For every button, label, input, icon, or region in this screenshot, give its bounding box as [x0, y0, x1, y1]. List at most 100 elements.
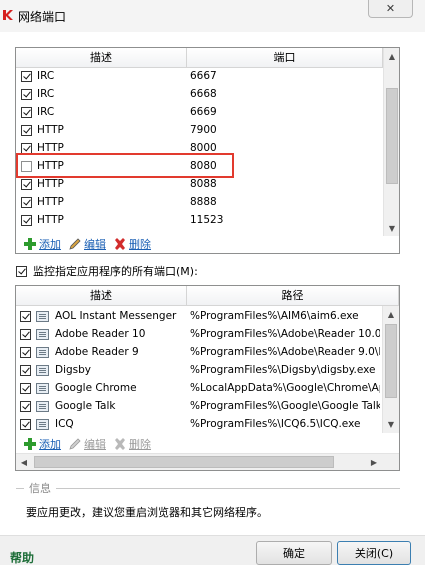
- table-row[interactable]: HTTP 7900: [16, 121, 383, 139]
- port-number: 8888: [190, 196, 217, 208]
- application-path: %LocalAppData%\Google\Chrome\Ap: [190, 382, 380, 394]
- window-close-button[interactable]: ✕: [368, 0, 413, 18]
- scroll-down-icon[interactable]: ▼: [383, 416, 399, 432]
- edit-label: 编辑: [84, 438, 106, 451]
- table-row[interactable]: HTTP 8888: [16, 193, 383, 211]
- green-plus-icon: [24, 438, 36, 450]
- table-row[interactable]: Google Chrome %LocalAppData%\Google\Chrom…: [16, 379, 382, 397]
- row-checkbox[interactable]: [21, 88, 32, 100]
- applications-list-header: 描述 路径: [16, 286, 399, 306]
- table-row[interactable]: HTTP 8000: [16, 139, 383, 157]
- row-checkbox[interactable]: [21, 124, 32, 136]
- row-checkbox[interactable]: [21, 196, 32, 208]
- table-row[interactable]: HTTP 8088: [16, 175, 383, 193]
- close-icon: ✕: [385, 2, 396, 15]
- port-number: 7900: [190, 124, 217, 136]
- add-application-button[interactable]: 添加: [23, 436, 61, 452]
- column-header-description[interactable]: 描述: [16, 48, 187, 67]
- delete-port-button[interactable]: 删除: [113, 236, 151, 252]
- application-path: %ProgramFiles%\Google\Google Talk: [190, 400, 380, 412]
- help-link[interactable]: 帮助: [10, 549, 34, 566]
- row-checkbox[interactable]: [20, 346, 31, 358]
- delete-label: 删除: [129, 238, 151, 251]
- port-number: 8000: [190, 142, 217, 154]
- row-checkbox[interactable]: [20, 310, 31, 322]
- program-window-icon: [36, 400, 49, 412]
- applications-vertical-scrollbar[interactable]: ▲ ▼: [382, 306, 399, 433]
- close-dialog-button[interactable]: 关闭(C): [337, 541, 411, 565]
- delete-application-button[interactable]: 删除: [113, 436, 151, 452]
- application-path: %ProgramFiles%\ICQ6.5\ICQ.exe: [190, 418, 361, 430]
- edit-application-button[interactable]: 编辑: [68, 436, 106, 452]
- port-description: HTTP: [37, 214, 64, 226]
- scroll-left-icon[interactable]: ◀: [16, 454, 32, 470]
- table-row[interactable]: HTTP 11523: [16, 211, 383, 229]
- pencil-icon: [69, 438, 81, 450]
- add-port-button[interactable]: 添加: [23, 236, 61, 252]
- table-row[interactable]: ICQ %ProgramFiles%\ICQ6.5\ICQ.exe: [16, 415, 382, 433]
- port-number: 11523: [190, 214, 224, 226]
- column-header-path[interactable]: 路径: [187, 286, 399, 305]
- column-header-description[interactable]: 描述: [16, 286, 187, 305]
- row-checkbox[interactable]: [20, 400, 31, 412]
- ports-vertical-scrollbar[interactable]: ▲ ▼: [383, 48, 399, 236]
- table-row[interactable]: IRC 6667: [16, 67, 383, 85]
- row-checkbox[interactable]: [21, 106, 32, 118]
- applications-list[interactable]: 描述 路径 AOL Instant Messenger %ProgramFiles…: [15, 285, 400, 471]
- edit-port-button[interactable]: 编辑: [68, 236, 106, 252]
- ports-list[interactable]: 描述 端口 IRC 6667 IRC 6668 IRC 6669 HTTP 7900 HTTP 8…: [15, 47, 400, 254]
- table-row[interactable]: Digsby %ProgramFiles%\Digsby\digsby.exe: [16, 361, 382, 379]
- monitor-all-ports-checkbox[interactable]: [16, 265, 27, 277]
- row-checkbox[interactable]: [21, 160, 32, 172]
- pencil-icon: [69, 238, 81, 250]
- add-label: 添加: [39, 238, 61, 251]
- program-window-icon: [36, 328, 49, 340]
- scroll-right-icon[interactable]: ▶: [366, 454, 382, 470]
- scrollbar-thumb[interactable]: [34, 456, 334, 468]
- program-window-icon: [36, 418, 49, 430]
- table-row[interactable]: Adobe Reader 10 %ProgramFiles%\Adobe\Read…: [16, 325, 382, 343]
- scroll-up-icon[interactable]: ▲: [384, 48, 399, 64]
- green-plus-icon: [24, 238, 36, 250]
- row-checkbox[interactable]: [21, 70, 32, 82]
- port-number: 6668: [190, 88, 217, 100]
- table-row[interactable]: IRC 6668: [16, 85, 383, 103]
- info-message: 要应用更改，建议您重启浏览器和其它网络程序。: [26, 506, 268, 519]
- row-checkbox[interactable]: [21, 142, 32, 154]
- table-row[interactable]: IRC 6669: [16, 103, 383, 121]
- application-description: AOL Instant Messenger: [55, 310, 177, 322]
- delete-label: 删除: [129, 438, 151, 451]
- scroll-up-icon[interactable]: ▲: [383, 306, 399, 322]
- monitor-all-ports-option[interactable]: 监控指定应用程序的所有端口(M):: [16, 263, 198, 279]
- scrollbar-thumb[interactable]: [385, 324, 397, 398]
- ports-toolbar: 添加 编辑 删除: [16, 234, 151, 253]
- program-window-icon: [36, 310, 49, 322]
- application-description: ICQ: [55, 418, 74, 430]
- table-row[interactable]: Adobe Reader 9 %ProgramFiles%\Adobe\Reade…: [16, 343, 382, 361]
- row-checkbox[interactable]: [20, 328, 31, 340]
- applications-horizontal-scrollbar[interactable]: ◀ ▶: [16, 453, 399, 470]
- ok-button[interactable]: 确定: [256, 541, 332, 565]
- row-checkbox[interactable]: [20, 382, 31, 394]
- row-checkbox[interactable]: [21, 214, 32, 226]
- column-header-port[interactable]: 端口: [187, 48, 383, 67]
- port-number: 6669: [190, 106, 217, 118]
- application-path: %ProgramFiles%\Adobe\Reader 10.0\R: [190, 328, 380, 340]
- scroll-down-icon[interactable]: ▼: [384, 220, 399, 236]
- dialog-footer: 帮助 确定 关闭(C): [0, 535, 425, 565]
- table-row[interactable]: AOL Instant Messenger %ProgramFiles%\AIM6…: [16, 307, 382, 325]
- info-section-header: 信息: [16, 480, 400, 496]
- row-checkbox[interactable]: [21, 178, 32, 190]
- red-x-icon: [115, 438, 125, 450]
- title-bar: 网络端口 ✕: [0, 0, 425, 32]
- row-checkbox[interactable]: [20, 364, 31, 376]
- program-window-icon: [36, 382, 49, 394]
- port-description: HTTP: [37, 142, 64, 154]
- table-row[interactable]: Google Talk %ProgramFiles%\Google\Google …: [16, 397, 382, 415]
- table-row[interactable]: HTTP 8080: [16, 157, 383, 175]
- row-checkbox[interactable]: [20, 418, 31, 430]
- scrollbar-thumb[interactable]: [386, 88, 398, 184]
- divider: [56, 487, 400, 489]
- port-description: HTTP: [37, 178, 64, 190]
- application-description: Adobe Reader 10: [55, 328, 146, 340]
